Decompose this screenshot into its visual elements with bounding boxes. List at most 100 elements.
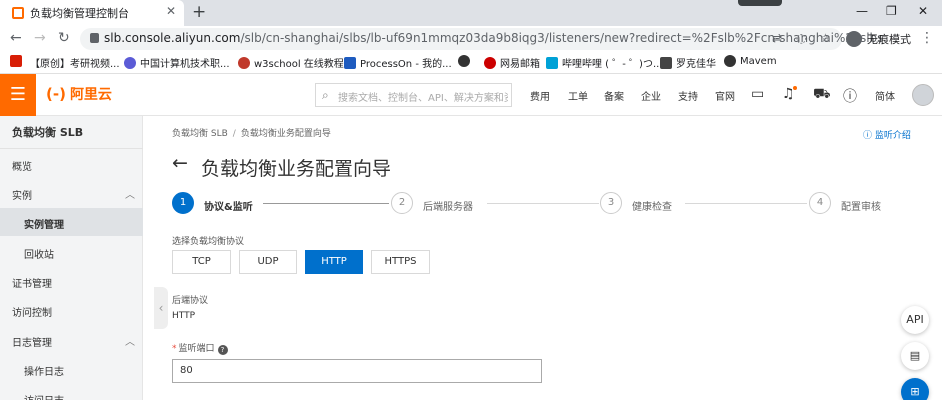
protocol-tcp-button[interactable]: TCP xyxy=(172,250,231,274)
sidebar-item-operation-log[interactable]: 操作日志 xyxy=(0,355,143,383)
sidebar-collapse-handle[interactable]: ‹ xyxy=(154,287,168,329)
browser-tab[interactable]: 负载均衡管理控制台 ✕ xyxy=(0,0,184,26)
menu-icon[interactable]: ☰ xyxy=(0,74,36,116)
window-drag-handle[interactable] xyxy=(738,0,782,6)
api-float-button[interactable]: API xyxy=(901,306,929,334)
bookmark-apps-icon[interactable] xyxy=(10,55,22,67)
new-tab-button[interactable]: + xyxy=(192,2,206,22)
bookmark-item[interactable]: w3school 在线教程 xyxy=(238,55,344,70)
bilibili-icon xyxy=(546,56,558,69)
nav-official-site[interactable]: 官网 xyxy=(715,88,735,103)
nav-support[interactable]: 支持 xyxy=(678,88,698,103)
forward-icon[interactable]: → xyxy=(34,30,46,46)
step-2-circle: 2 xyxy=(391,192,413,214)
grid-icon[interactable]: ⊞ xyxy=(901,378,929,400)
bookmark-item[interactable]: 中国计算机技术职... xyxy=(124,55,230,70)
page-title: 负载均衡业务配置向导 xyxy=(201,158,392,180)
bookmark-icon xyxy=(484,56,496,69)
folder-icon xyxy=(660,56,672,69)
step-1-label: 协议&监听 xyxy=(204,202,253,213)
terminal-icon[interactable]: ▭ xyxy=(751,86,764,102)
main-content: 负载均衡 SLB / 负载均衡业务配置向导 ⓘ 监听介绍 ← 负载均衡业务配置向导 … xyxy=(143,116,942,400)
step-3-label: 健康检查 xyxy=(632,202,672,213)
nav-tickets[interactable]: 工单 xyxy=(568,88,588,103)
step-4-circle: 4 xyxy=(809,192,831,214)
protocol-http-button[interactable]: HTTP xyxy=(305,250,363,274)
question-icon[interactable]: ? xyxy=(217,345,228,355)
step-connector xyxy=(487,203,599,204)
nav-enterprise[interactable]: 企业 xyxy=(641,88,661,103)
close-window-icon[interactable]: ✕ xyxy=(918,4,928,18)
tab-title: 负载均衡管理控制台 xyxy=(30,7,129,20)
port-input[interactable]: 80 xyxy=(172,359,542,383)
bookmark-item[interactable]: Mavem xyxy=(724,55,777,67)
console-search-input[interactable]: ⌕ 搜索文档、控制台、API、解决方案和资源 xyxy=(315,83,512,107)
sidebar: 负载均衡 SLB 概览 实例 ︿ 实例管理 回收站 证书管理 访问控制 日志管理 ︿… xyxy=(0,116,143,400)
sidebar-item-instance-management[interactable]: 实例管理 xyxy=(0,208,143,236)
bookmark-item[interactable]: 【原创】考研视频... xyxy=(30,55,120,70)
sidebar-item-instances[interactable]: 实例 ︿ xyxy=(0,179,143,207)
more-menu-icon[interactable]: ⋮ xyxy=(920,30,934,46)
breadcrumb-item[interactable]: 负载均衡 SLB xyxy=(172,129,228,139)
step-connector xyxy=(263,203,389,204)
reload-icon[interactable]: ↻ xyxy=(58,30,70,46)
sidebar-item-access-log[interactable]: 访问日志 xyxy=(0,384,143,400)
incognito-profile[interactable]: 无痕模式 xyxy=(846,29,911,49)
step-3-circle: 3 xyxy=(600,192,622,214)
star-icon[interactable]: ☆ xyxy=(820,31,831,45)
breadcrumb-item: 负载均衡业务配置向导 xyxy=(240,129,331,139)
help-icon[interactable]: ⓘ xyxy=(843,86,857,106)
bookmark-item[interactable]: 网易邮箱 xyxy=(484,55,540,70)
step-1-circle: 1 xyxy=(172,192,194,214)
chevron-up-icon: ︿ xyxy=(125,337,135,348)
protocol-udp-button[interactable]: UDP xyxy=(239,250,297,274)
backend-protocol-label: 后端协议 xyxy=(172,296,209,306)
translate-icon[interactable]: ⇄ xyxy=(772,31,782,45)
breadcrumb: 负载均衡 SLB / 负载均衡业务配置向导 xyxy=(172,129,331,139)
avatar[interactable] xyxy=(912,84,934,106)
sidebar-item-overview[interactable]: 概览 xyxy=(0,150,143,178)
bookmark-item[interactable]: ProcessOn - 我的... xyxy=(344,55,452,70)
port-label: * 监听端口? xyxy=(172,341,228,355)
back-icon[interactable]: ← xyxy=(10,30,22,46)
restore-icon[interactable]: ❐ xyxy=(886,4,897,18)
required-mark: * xyxy=(172,344,177,354)
protocol-https-button[interactable]: HTTPS xyxy=(371,250,430,274)
bookmark-item[interactable] xyxy=(458,55,470,67)
protocol-label: 选择负载均衡协议 xyxy=(172,237,245,247)
nav-fees[interactable]: 费用 xyxy=(530,88,550,103)
search-placeholder: 搜索文档、控制台、API、解决方案和资源 xyxy=(338,93,508,104)
language-switch[interactable]: 简体 xyxy=(875,88,895,103)
lock-icon xyxy=(90,33,99,43)
aliyun-favicon-icon xyxy=(12,7,24,19)
step-connector xyxy=(685,203,807,204)
backend-protocol-value: HTTP xyxy=(172,311,196,321)
console-header: ☰ (-) 阿里云 ⌕ 搜索文档、控制台、API、解决方案和资源 费用 工单 备… xyxy=(0,74,942,116)
step-4-label: 配置审核 xyxy=(841,202,881,213)
bookmark-icon xyxy=(238,56,250,69)
nav-filing[interactable]: 备案 xyxy=(604,88,624,103)
url-text[interactable]: slb.console.aliyun.com/slb/cn-shanghai/s… xyxy=(104,31,883,45)
eye-off-icon[interactable]: ◌ xyxy=(796,31,806,45)
bookmark-item[interactable]: 罗克佳华 xyxy=(660,55,716,70)
step-2-label: 后端服务器 xyxy=(423,202,473,213)
globe-icon xyxy=(724,55,736,67)
cart-icon[interactable]: ⛟ xyxy=(813,86,831,104)
chat-icon[interactable]: ▤ xyxy=(901,342,929,370)
address-bar[interactable]: slb.console.aliyun.com/slb/cn-shanghai/s… xyxy=(80,28,883,50)
back-arrow-icon[interactable]: ← xyxy=(172,152,188,174)
minimize-icon[interactable]: — xyxy=(856,4,868,18)
search-icon: ⌕ xyxy=(322,88,329,102)
listener-help-link[interactable]: ⓘ 监听介绍 xyxy=(863,128,911,141)
tab-close-icon[interactable]: ✕ xyxy=(166,4,176,18)
sidebar-item-recycle-bin[interactable]: 回收站 xyxy=(0,238,143,266)
sidebar-item-access-control[interactable]: 访问控制 xyxy=(0,296,143,324)
globe-icon xyxy=(458,55,470,67)
sidebar-divider xyxy=(0,148,143,149)
aliyun-logo[interactable]: (-) 阿里云 xyxy=(46,84,112,104)
bookmark-item[interactable]: 哔哩哔哩 ( ゜- ゜)つ... xyxy=(546,55,662,70)
sidebar-item-certificates[interactable]: 证书管理 xyxy=(0,267,143,295)
sidebar-item-log-management[interactable]: 日志管理 ︿ xyxy=(0,326,143,354)
bookmark-icon xyxy=(344,56,356,69)
bookmark-icon xyxy=(124,56,136,69)
